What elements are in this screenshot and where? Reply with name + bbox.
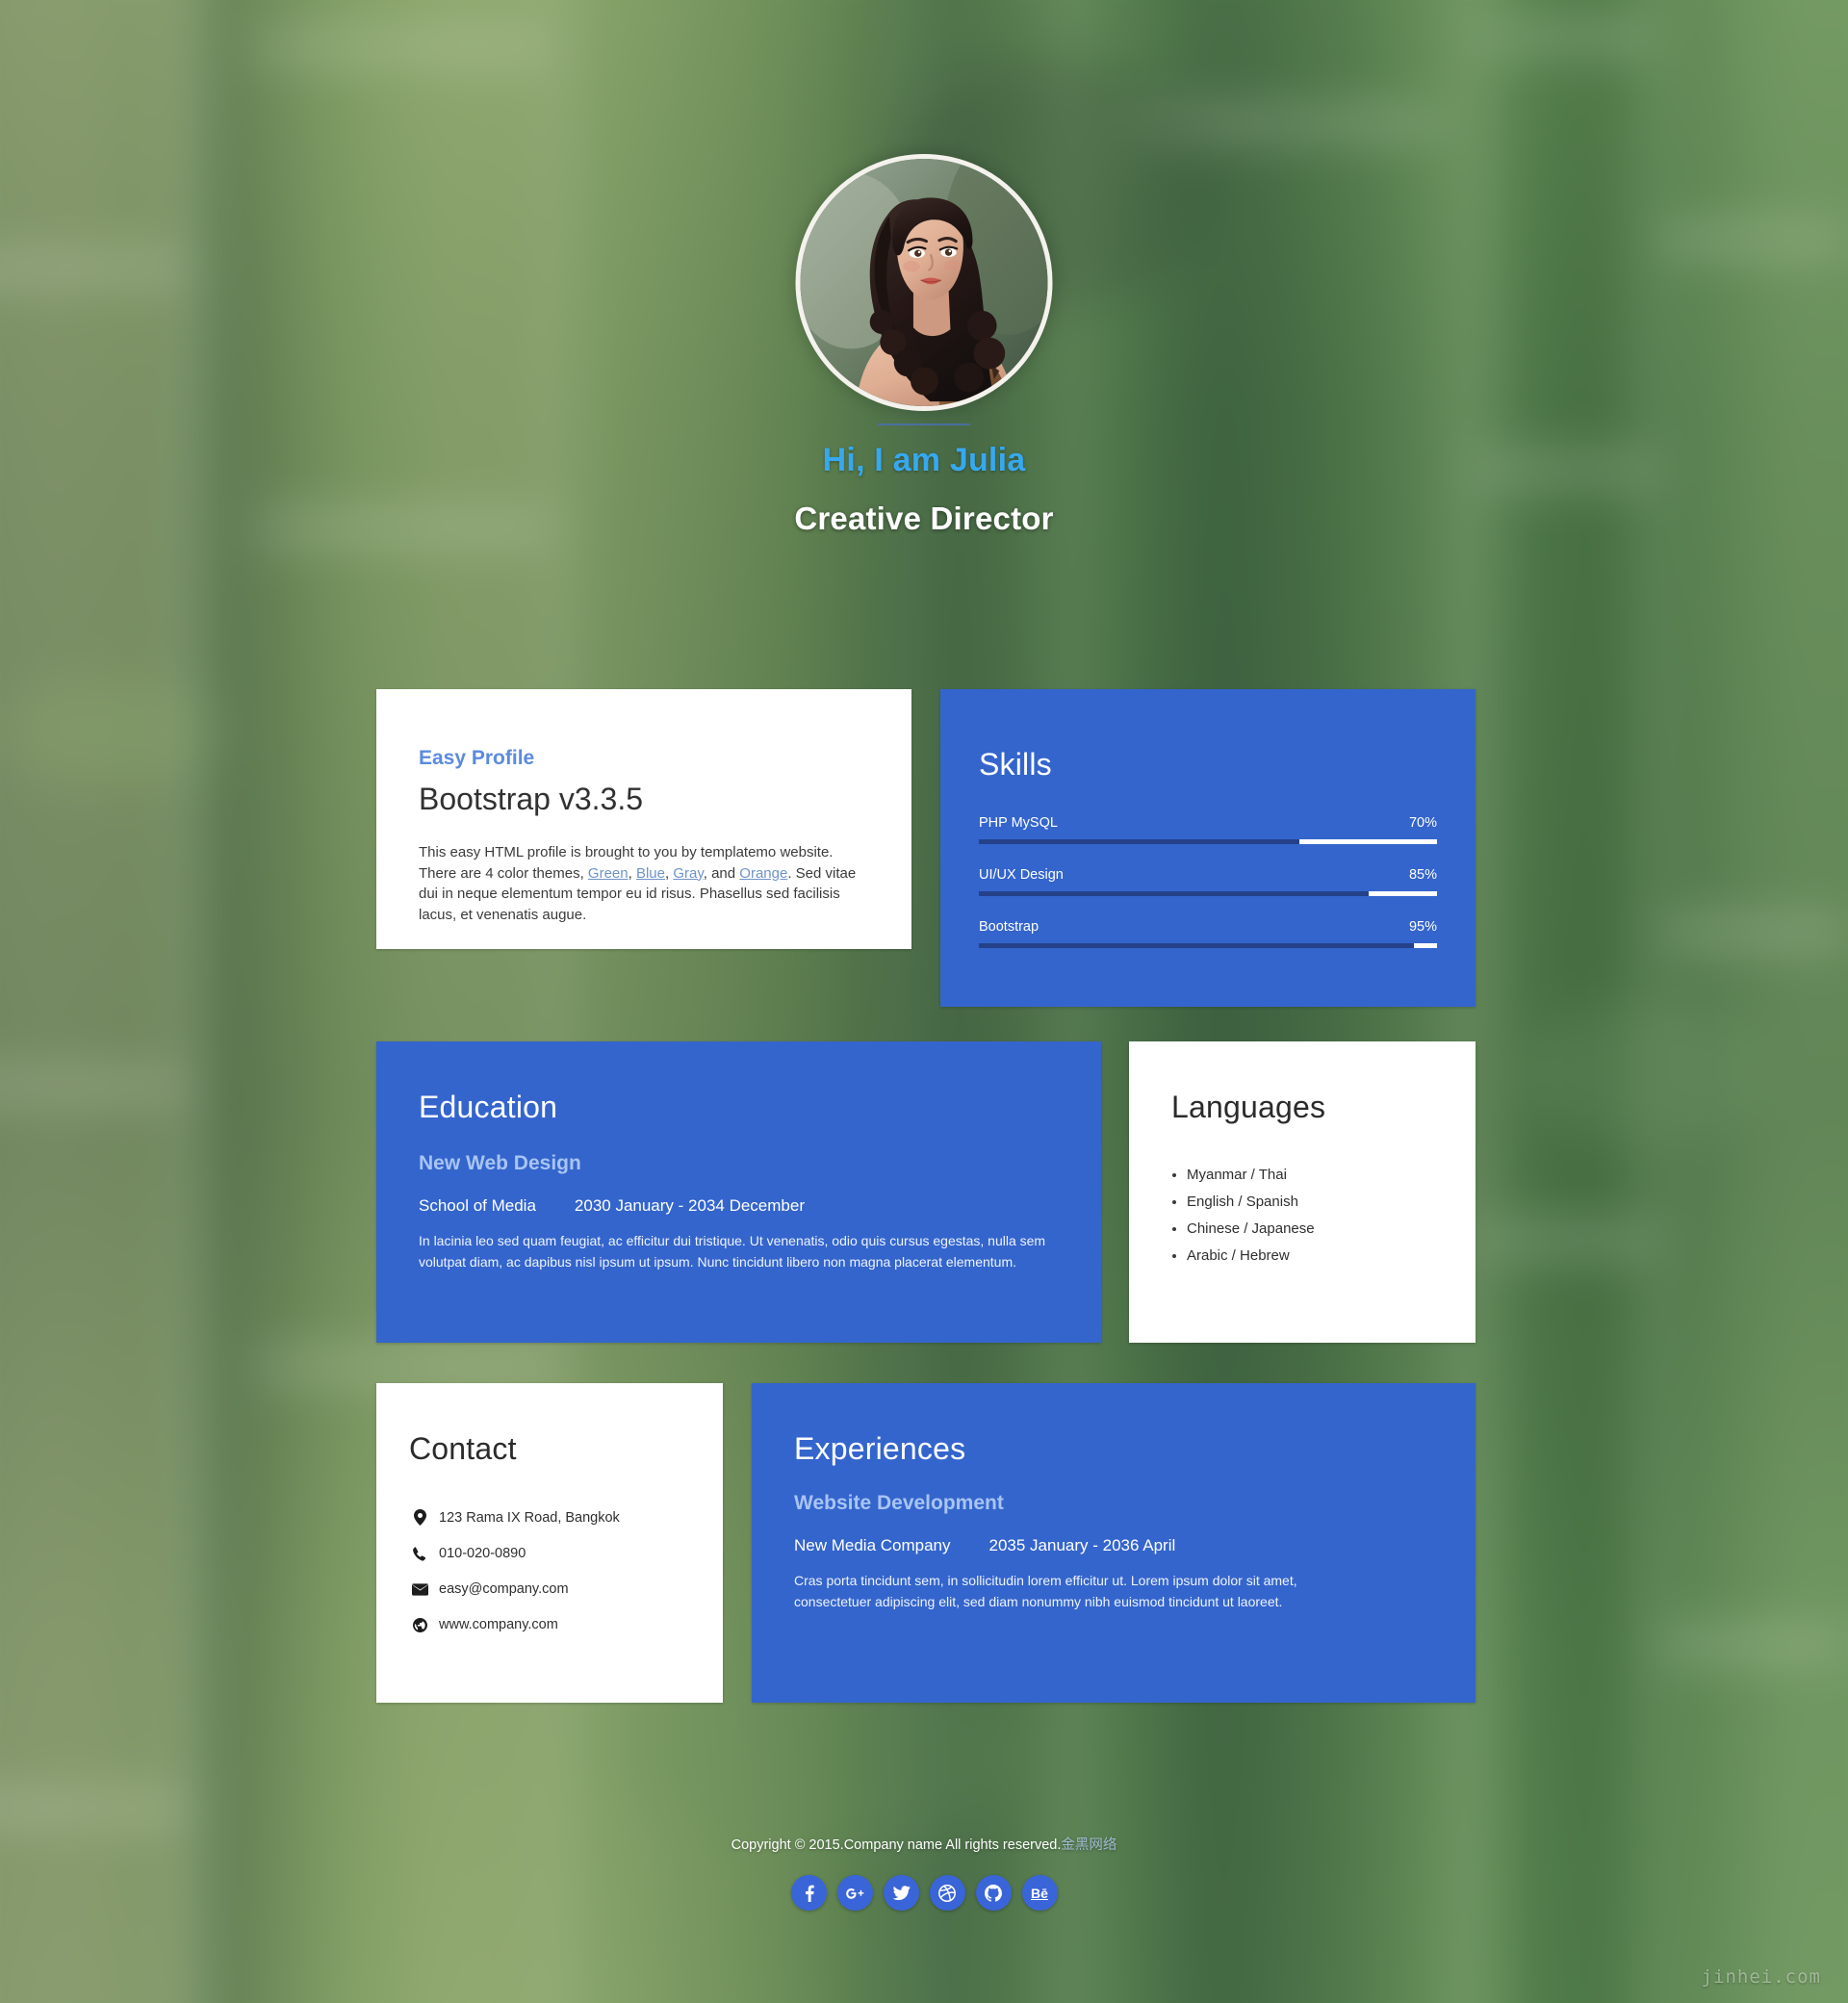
experiences-subtitle: Website Development [794, 1492, 1004, 1514]
facebook-icon[interactable] [790, 1875, 827, 1911]
skill-percent: 85% [1408, 867, 1437, 883]
profile-page: Hi, I am Julia Creative Director Easy Pr… [0, 0, 1848, 2003]
skill-row: UI/UX Design 85% [979, 867, 1437, 896]
education-dates: 2030 January - 2034 December [574, 1196, 805, 1215]
contact-value: www.company.com [439, 1617, 558, 1632]
languages-card: Languages Myanmar / Thai English / Spanis… [1129, 1041, 1476, 1343]
experiences-card: Experiences Website Development New Medi… [752, 1383, 1476, 1703]
contact-value: 010-020-0890 [439, 1546, 526, 1561]
github-icon[interactable] [975, 1875, 1012, 1911]
phone-icon [409, 1546, 430, 1561]
education-title: Education [419, 1090, 558, 1124]
skills-title: Skills [979, 747, 1052, 782]
experiences-organization: New Media Company [794, 1536, 951, 1554]
education-organization: School of Media [419, 1196, 536, 1215]
education-card: Education New Web Design School of Media… [376, 1041, 1101, 1343]
social-links: Bē [0, 1875, 1848, 1911]
profile-sep-1: , [628, 864, 636, 882]
dribbble-icon[interactable] [929, 1875, 965, 1911]
skill-head: PHP MySQL 70% [979, 815, 1437, 831]
contact-value: easy@company.com [439, 1581, 569, 1597]
profile-description: This easy HTML profile is brought to you… [419, 842, 863, 925]
skill-progress-bar [979, 943, 1437, 948]
behance-icon[interactable]: Bē [1021, 1875, 1058, 1911]
languages-title: Languages [1171, 1090, 1326, 1124]
contact-title: Contact [409, 1431, 517, 1466]
skill-percent: 70% [1408, 815, 1437, 831]
page-title: Hi, I am Julia [822, 442, 1026, 478]
skill-label: PHP MySQL [979, 815, 1058, 831]
hero-subtitle: Creative Director [794, 501, 1054, 536]
copyright-label: Copyright © 2015.Company name All rights… [731, 1837, 1062, 1853]
profile-sep-3: , and [703, 864, 740, 882]
skill-progress-fill [979, 891, 1369, 896]
skill-head: UI/UX Design 85% [979, 867, 1437, 883]
envelope-icon [409, 1582, 430, 1596]
language-item: English / Spanish [1172, 1189, 1441, 1216]
google-plus-icon[interactable] [836, 1875, 873, 1911]
skill-progress-bar [979, 839, 1437, 844]
avatar [795, 154, 1053, 411]
globe-icon [409, 1617, 430, 1632]
contact-card: Contact 123 Rama IX Road, Bangkok 010-020… [376, 1383, 723, 1703]
experiences-dates: 2035 January - 2036 April [988, 1536, 1176, 1554]
hero-section: Hi, I am Julia Creative Director [0, 0, 1848, 674]
twitter-icon[interactable] [883, 1875, 919, 1911]
contact-row: easy@company.com [409, 1581, 690, 1597]
theme-link-blue[interactable]: Blue [636, 865, 665, 882]
theme-link-gray[interactable]: Gray [673, 865, 703, 882]
contact-list: 123 Rama IX Road, Bangkok 010-020-0890 eas… [409, 1509, 690, 1632]
theme-link-green[interactable]: Green [588, 865, 629, 882]
cn-credit-link[interactable]: 金黑网络 [1061, 1837, 1116, 1853]
easy-profile-card: Easy Profile Bootstrap v3.3.5 This easy … [376, 689, 911, 949]
skills-card: Skills PHP MySQL 70% UI/UX Design 85% Bootst… [940, 689, 1476, 1007]
experiences-title: Experiences [794, 1431, 966, 1466]
contact-row: www.company.com [409, 1617, 690, 1632]
profile-title: Bootstrap v3.3.5 [419, 782, 644, 816]
experiences-meta: New Media Company 2035 January - 2036 Apr… [794, 1536, 1433, 1555]
education-meta: School of Media 2030 January - 2034 Decem… [419, 1196, 1057, 1216]
skills-list: PHP MySQL 70% UI/UX Design 85% Bootstrap 95% [979, 815, 1437, 948]
education-description: In lacinia leo sed quam feugiat, ac effi… [419, 1233, 1046, 1270]
skill-progress-bar [979, 891, 1437, 896]
education-subtitle: New Web Design [419, 1152, 581, 1174]
hero-divider [878, 424, 970, 425]
skill-row: PHP MySQL 70% [979, 815, 1437, 844]
watermark: jinhei.com [1701, 1966, 1821, 1988]
experiences-description: Cras porta tincidunt sem, in sollicitudi… [794, 1573, 1297, 1609]
theme-link-orange[interactable]: Orange [739, 865, 787, 882]
map-marker-icon [409, 1509, 430, 1526]
skill-row: Bootstrap 95% [979, 919, 1437, 948]
contact-row: 123 Rama IX Road, Bangkok [409, 1509, 690, 1526]
avatar-illustration [800, 159, 1048, 406]
profile-kicker: Easy Profile [419, 747, 535, 769]
language-item: Arabic / Hebrew [1172, 1243, 1441, 1270]
skill-progress-fill [979, 943, 1415, 948]
skill-head: Bootstrap 95% [979, 919, 1437, 935]
language-item: Myanmar / Thai [1172, 1162, 1441, 1189]
skill-progress-fill [979, 839, 1300, 844]
contact-value: 123 Rama IX Road, Bangkok [439, 1509, 620, 1526]
copyright-text: Copyright © 2015.Company name All rights… [0, 1834, 1848, 1854]
social-label: Bē [1031, 1885, 1048, 1901]
languages-list: Myanmar / Thai English / Spanish Chinese /… [1164, 1162, 1441, 1270]
avatar-ring [795, 154, 1053, 411]
language-item: Chinese / Japanese [1172, 1216, 1441, 1243]
contact-row: 010-020-0890 [409, 1546, 690, 1561]
skill-label: Bootstrap [979, 919, 1040, 935]
skill-label: UI/UX Design [979, 867, 1064, 883]
footer: Copyright © 2015.Company name All rights… [0, 1834, 1848, 1911]
skill-percent: 95% [1408, 919, 1437, 935]
